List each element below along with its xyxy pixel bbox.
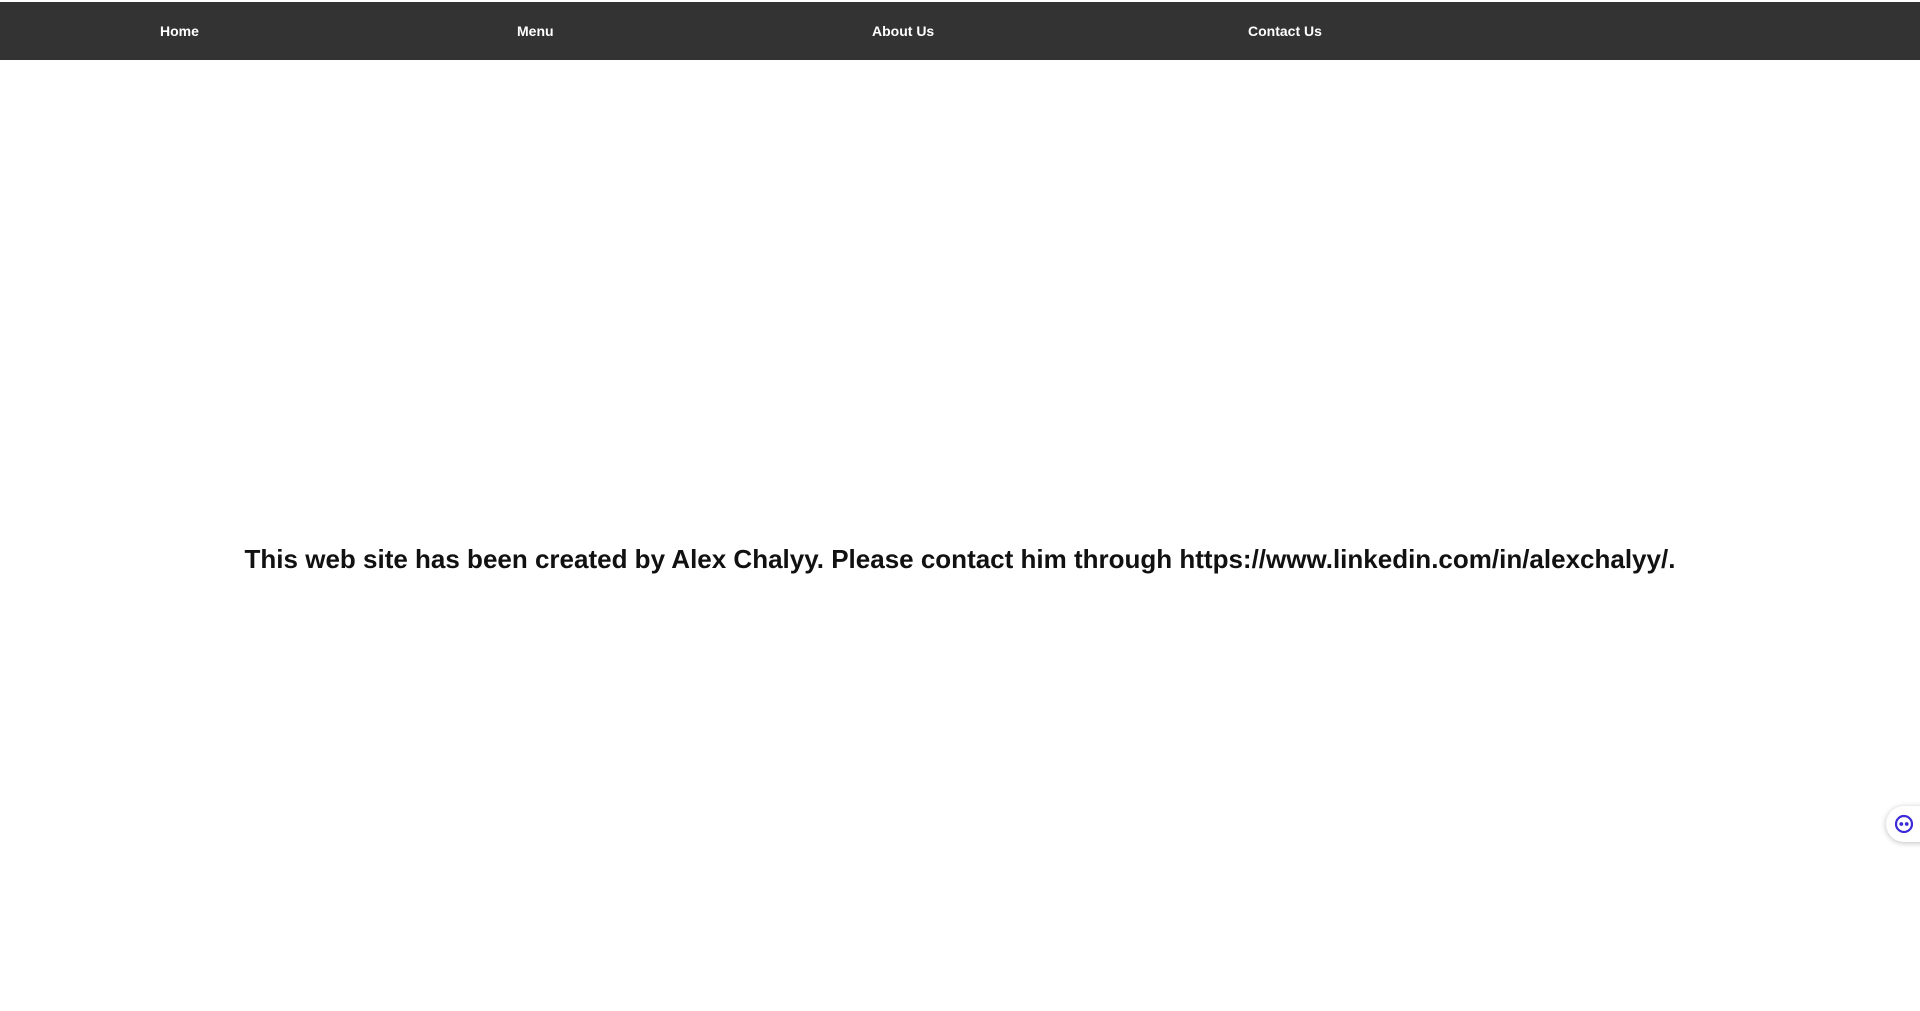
nav-link-home[interactable]: Home: [160, 2, 199, 60]
chat-widget-button[interactable]: [1886, 806, 1920, 842]
main-content: This web site has been created by Alex C…: [0, 60, 1920, 1011]
nav-link-menu[interactable]: Menu: [517, 2, 554, 60]
chat-face-icon: [1894, 814, 1914, 834]
nav-link-contact-us[interactable]: Contact Us: [1248, 2, 1322, 60]
creator-message: This web site has been created by Alex C…: [244, 544, 1676, 574]
nav-link-about-us[interactable]: About Us: [872, 2, 934, 60]
top-navigation-bar: Home Menu About Us Contact Us: [0, 2, 1920, 60]
